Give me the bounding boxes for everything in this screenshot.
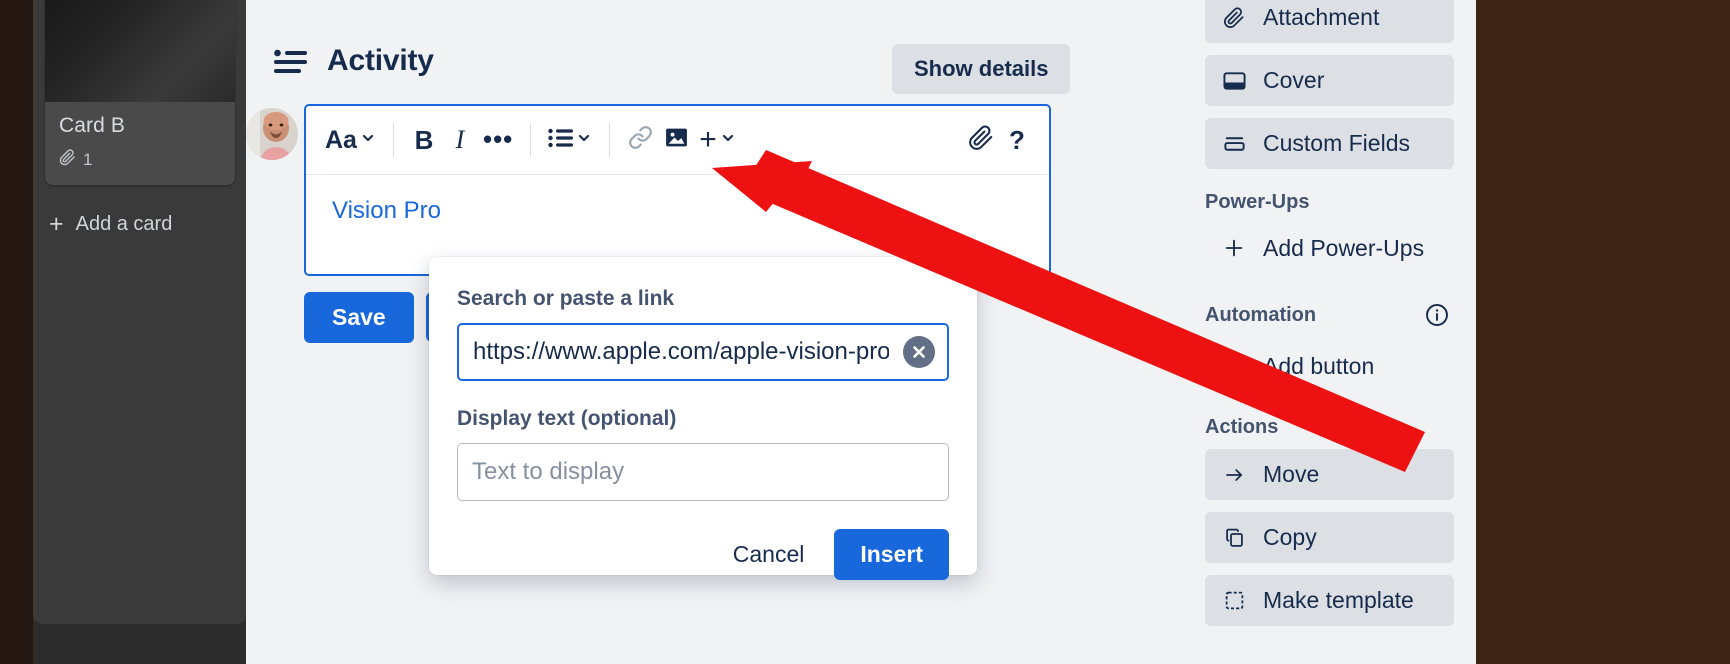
sidebar-item-move[interactable]: Move bbox=[1205, 449, 1454, 500]
sidebar-item-cover[interactable]: Cover bbox=[1205, 55, 1454, 106]
sidebar-item-label: Custom Fields bbox=[1263, 130, 1410, 156]
comment-composer[interactable]: Aa B I ••• + ? Vision Pro bbox=[304, 104, 1051, 276]
sidebar-item-label: Cover bbox=[1263, 67, 1325, 93]
add-button-label: Add button bbox=[1263, 352, 1375, 379]
composer-selected-text: Vision Pro bbox=[332, 197, 441, 224]
question-mark-icon: ? bbox=[1009, 124, 1025, 155]
link-icon bbox=[628, 125, 653, 155]
cancel-button[interactable]: Cancel bbox=[713, 529, 825, 580]
info-icon[interactable] bbox=[1420, 298, 1454, 332]
display-text-block: Display text (optional) bbox=[457, 407, 949, 501]
toolbar-divider bbox=[609, 123, 611, 157]
show-details-button[interactable]: Show details bbox=[892, 44, 1071, 94]
add-a-card-label: Add a card bbox=[75, 213, 173, 235]
page-title: Activity bbox=[327, 44, 434, 77]
template-icon bbox=[1221, 590, 1247, 611]
toolbar-divider bbox=[392, 123, 394, 157]
card-sidebar: Attachment Cover Custom Fields Power-Ups… bbox=[1183, 0, 1476, 664]
board-right-backdrop bbox=[1476, 0, 1730, 664]
bullet-list-button[interactable] bbox=[543, 120, 597, 160]
activity-list-icon bbox=[274, 48, 307, 75]
image-icon bbox=[664, 125, 689, 155]
cover-icon bbox=[1221, 71, 1247, 91]
add-button-button[interactable]: Add button bbox=[1205, 342, 1454, 390]
toolbar-divider bbox=[530, 123, 532, 157]
display-text-label: Display text (optional) bbox=[457, 407, 677, 430]
composer-text-area[interactable]: Vision Pro bbox=[306, 175, 1049, 247]
sidebar-item-copy[interactable]: Copy bbox=[1205, 512, 1454, 563]
add-power-ups-button[interactable]: Add Power-Ups bbox=[1205, 224, 1454, 272]
bold-label: B bbox=[414, 124, 434, 155]
activity-header: Activity bbox=[274, 44, 434, 78]
plus-icon bbox=[1221, 237, 1247, 259]
sidebar-item-label: Make template bbox=[1263, 587, 1414, 613]
plus-icon: + bbox=[49, 210, 64, 238]
arrow-right-icon bbox=[1221, 465, 1247, 485]
sidebar-item-label: Move bbox=[1263, 461, 1320, 487]
insert-button[interactable]: Insert bbox=[834, 529, 949, 580]
bullet-list-icon bbox=[548, 128, 574, 153]
chevron-down-icon bbox=[720, 130, 736, 151]
link-url-field-wrap bbox=[457, 323, 949, 381]
composer-toolbar: Aa B I ••• + ? bbox=[306, 106, 1049, 175]
attach-file-button[interactable] bbox=[963, 120, 999, 160]
popover-actions: Cancel Insert bbox=[457, 529, 949, 580]
card-attachment-count: 1 bbox=[83, 150, 93, 169]
sidebar-item-attachment[interactable]: Attachment bbox=[1205, 0, 1454, 43]
sidebar-item-custom-fields[interactable]: Custom Fields bbox=[1205, 118, 1454, 169]
chevron-down-icon bbox=[576, 130, 592, 151]
chevron-down-icon bbox=[360, 130, 376, 151]
board-backdrop: Card B 1 + Add a card bbox=[0, 0, 246, 664]
clear-x-icon[interactable] bbox=[903, 336, 935, 368]
copy-icon bbox=[1221, 527, 1247, 548]
image-button[interactable] bbox=[658, 120, 694, 160]
more-label: ••• bbox=[482, 124, 514, 155]
actions-heading: Actions bbox=[1205, 416, 1454, 439]
automation-heading: Automation bbox=[1205, 298, 1454, 332]
save-button[interactable]: Save bbox=[304, 292, 414, 343]
italic-label: I bbox=[455, 125, 465, 154]
board-card[interactable]: Card B 1 bbox=[45, 0, 235, 185]
user-avatar[interactable] bbox=[246, 108, 298, 160]
sidebar-item-label: Attachment bbox=[1263, 4, 1380, 30]
actions-heading-label: Actions bbox=[1205, 416, 1279, 438]
paperclip-icon bbox=[59, 149, 76, 171]
plus-icon bbox=[1221, 355, 1247, 377]
insert-link-popover: Search or paste a link Display text (opt… bbox=[429, 257, 977, 580]
card-cover-image bbox=[45, 0, 235, 102]
link-button[interactable] bbox=[622, 120, 658, 160]
more-formatting-button[interactable]: ••• bbox=[478, 120, 518, 160]
paperclip-icon bbox=[1221, 6, 1247, 29]
paperclip-icon bbox=[968, 124, 994, 156]
custom-fields-icon bbox=[1221, 134, 1247, 154]
insert-more-button[interactable]: + bbox=[694, 120, 741, 160]
link-url-label: Search or paste a link bbox=[457, 287, 675, 310]
sidebar-item-label: Copy bbox=[1263, 524, 1317, 550]
link-url-input[interactable] bbox=[457, 323, 949, 381]
add-a-card-button[interactable]: + Add a card bbox=[45, 206, 235, 243]
italic-button[interactable]: I bbox=[442, 120, 478, 160]
bold-button[interactable]: B bbox=[406, 120, 442, 160]
text-style-label: Aa bbox=[325, 125, 357, 154]
automation-heading-label: Automation bbox=[1205, 303, 1317, 326]
card-body: Card B 1 bbox=[45, 102, 235, 185]
power-ups-heading-label: Power-Ups bbox=[1205, 191, 1310, 213]
display-text-input[interactable] bbox=[457, 443, 949, 501]
sidebar-item-make-template[interactable]: Make template bbox=[1205, 575, 1454, 626]
power-ups-heading: Power-Ups bbox=[1205, 191, 1454, 214]
help-button[interactable]: ? bbox=[999, 120, 1035, 160]
text-style-button[interactable]: Aa bbox=[320, 120, 381, 160]
card-badges: 1 bbox=[59, 149, 221, 171]
plus-icon: + bbox=[699, 123, 717, 156]
screen-root: Card B 1 + Add a card Activity Show deta… bbox=[0, 0, 1730, 664]
add-power-ups-label: Add Power-Ups bbox=[1263, 234, 1425, 261]
card-title: Card B bbox=[59, 114, 125, 137]
